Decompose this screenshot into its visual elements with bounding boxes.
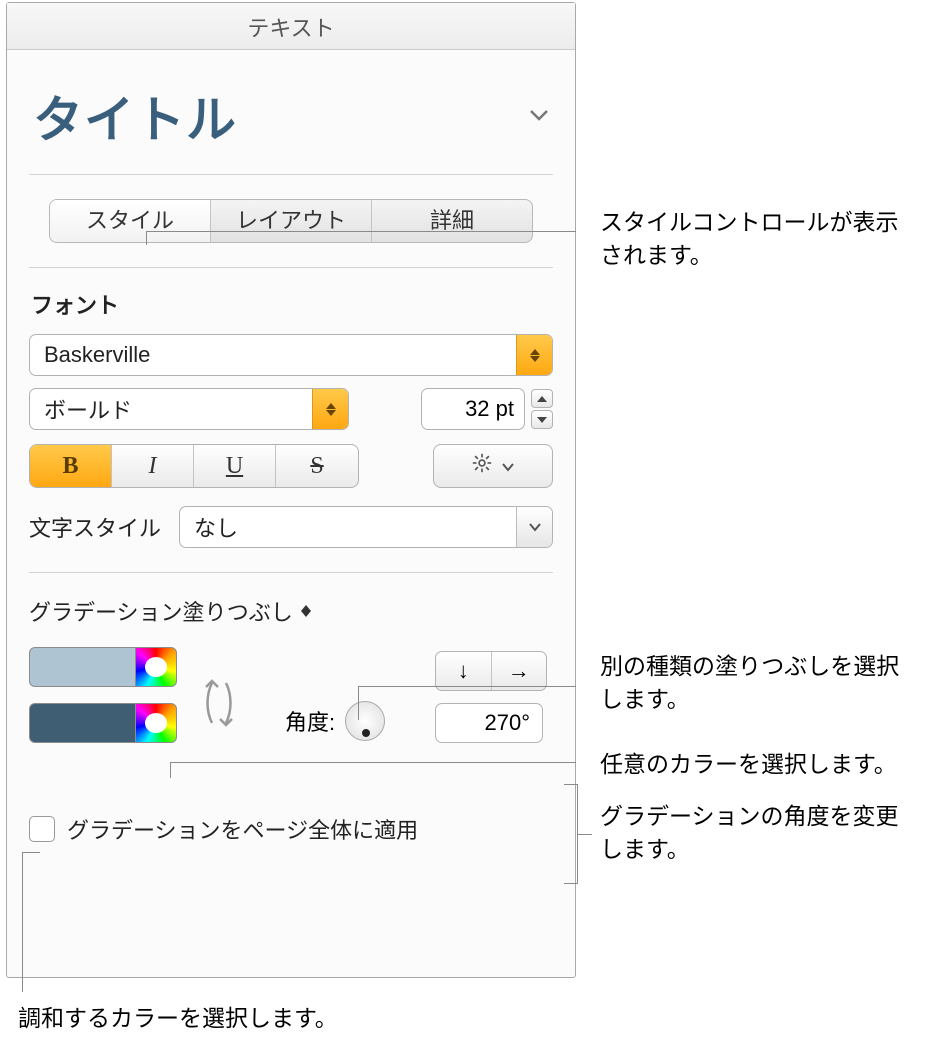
character-style-value: なし bbox=[194, 511, 238, 543]
character-style-label: 文字スタイル bbox=[29, 511, 161, 543]
stepper-up-icon[interactable] bbox=[531, 389, 553, 408]
font-size-stepper[interactable] bbox=[531, 389, 553, 429]
leader-line bbox=[22, 852, 23, 992]
tab-style[interactable]: スタイル bbox=[50, 200, 211, 242]
font-section-label: フォント bbox=[31, 288, 551, 320]
paragraph-style-popup[interactable]: タイトル bbox=[29, 68, 553, 175]
chevron-down-icon bbox=[529, 105, 549, 128]
bold-button[interactable]: B bbox=[30, 445, 112, 487]
leader-line bbox=[146, 231, 576, 232]
apply-to-page-checkbox[interactable] bbox=[29, 816, 55, 842]
tab-more[interactable]: 詳細 bbox=[372, 200, 532, 242]
leader-line bbox=[22, 852, 40, 853]
font-size-field[interactable]: 32 pt bbox=[421, 388, 525, 430]
leader-line bbox=[358, 686, 576, 687]
font-weight-value: ボールド bbox=[44, 393, 132, 425]
angle-label: 角度: bbox=[285, 705, 335, 737]
text-tabs: スタイル レイアウト 詳細 bbox=[49, 199, 533, 243]
bracket-icon bbox=[564, 784, 578, 884]
leader-line bbox=[578, 834, 592, 835]
text-style-buttons: B I U S bbox=[29, 444, 359, 488]
chevron-down-icon bbox=[516, 507, 552, 547]
direction-vertical-button[interactable]: ↓ bbox=[436, 652, 492, 690]
gradient-color-1-well[interactable] bbox=[29, 647, 135, 687]
updown-icon bbox=[301, 605, 311, 617]
leader-line bbox=[170, 762, 171, 778]
strikethrough-button[interactable]: S bbox=[276, 445, 358, 487]
italic-button[interactable]: I bbox=[112, 445, 194, 487]
apply-to-page-label: グラデーションをページ全体に適用 bbox=[67, 813, 418, 845]
leader-line bbox=[358, 686, 359, 720]
gradient-direction-buttons: ↓ → bbox=[435, 651, 547, 691]
leader-line bbox=[170, 762, 576, 763]
fill-type-popup[interactable]: グラデーション塗りつぶし bbox=[29, 595, 553, 627]
gear-icon bbox=[471, 452, 493, 480]
color-picker-2-button[interactable] bbox=[135, 703, 177, 743]
text-inspector-panel: テキスト タイトル スタイル レイアウト 詳細 フォント Baskerville… bbox=[6, 2, 576, 978]
swap-colors-button[interactable] bbox=[197, 675, 241, 731]
leader-line bbox=[146, 231, 147, 245]
stepper-down-icon[interactable] bbox=[531, 410, 553, 429]
gradient-color-2-well[interactable] bbox=[29, 703, 135, 743]
angle-dial[interactable] bbox=[345, 701, 385, 741]
chevron-down-icon bbox=[501, 454, 515, 478]
advanced-options-button[interactable] bbox=[433, 444, 553, 488]
tab-layout[interactable]: レイアウト bbox=[211, 200, 372, 242]
fill-type-label: グラデーション塗りつぶし bbox=[29, 595, 293, 627]
updown-icon bbox=[312, 389, 348, 429]
updown-icon bbox=[516, 335, 552, 375]
color-picker-1-button[interactable] bbox=[135, 647, 177, 687]
angle-field[interactable]: 270° bbox=[435, 703, 543, 743]
annotation-fill-type: 別の種類の塗りつぶしを選択します。 bbox=[600, 650, 920, 717]
font-family-value: Baskerville bbox=[44, 342, 150, 368]
paragraph-style-label: タイトル bbox=[33, 80, 237, 152]
panel-title: テキスト bbox=[7, 3, 575, 50]
direction-horizontal-button[interactable]: → bbox=[492, 652, 547, 690]
annotation-angle: グラデーションの角度を変更します。 bbox=[600, 800, 920, 867]
font-weight-select[interactable]: ボールド bbox=[29, 388, 349, 430]
character-style-select[interactable]: なし bbox=[179, 506, 553, 548]
font-family-select[interactable]: Baskerville bbox=[29, 334, 553, 376]
annotation-any-color: 任意のカラーを選択します。 bbox=[600, 748, 930, 781]
annotation-style-tab: スタイルコントロールが表示されます。 bbox=[600, 206, 920, 273]
underline-button[interactable]: U bbox=[194, 445, 276, 487]
annotation-match-color: 調和するカラーを選択します。 bbox=[18, 1002, 438, 1035]
